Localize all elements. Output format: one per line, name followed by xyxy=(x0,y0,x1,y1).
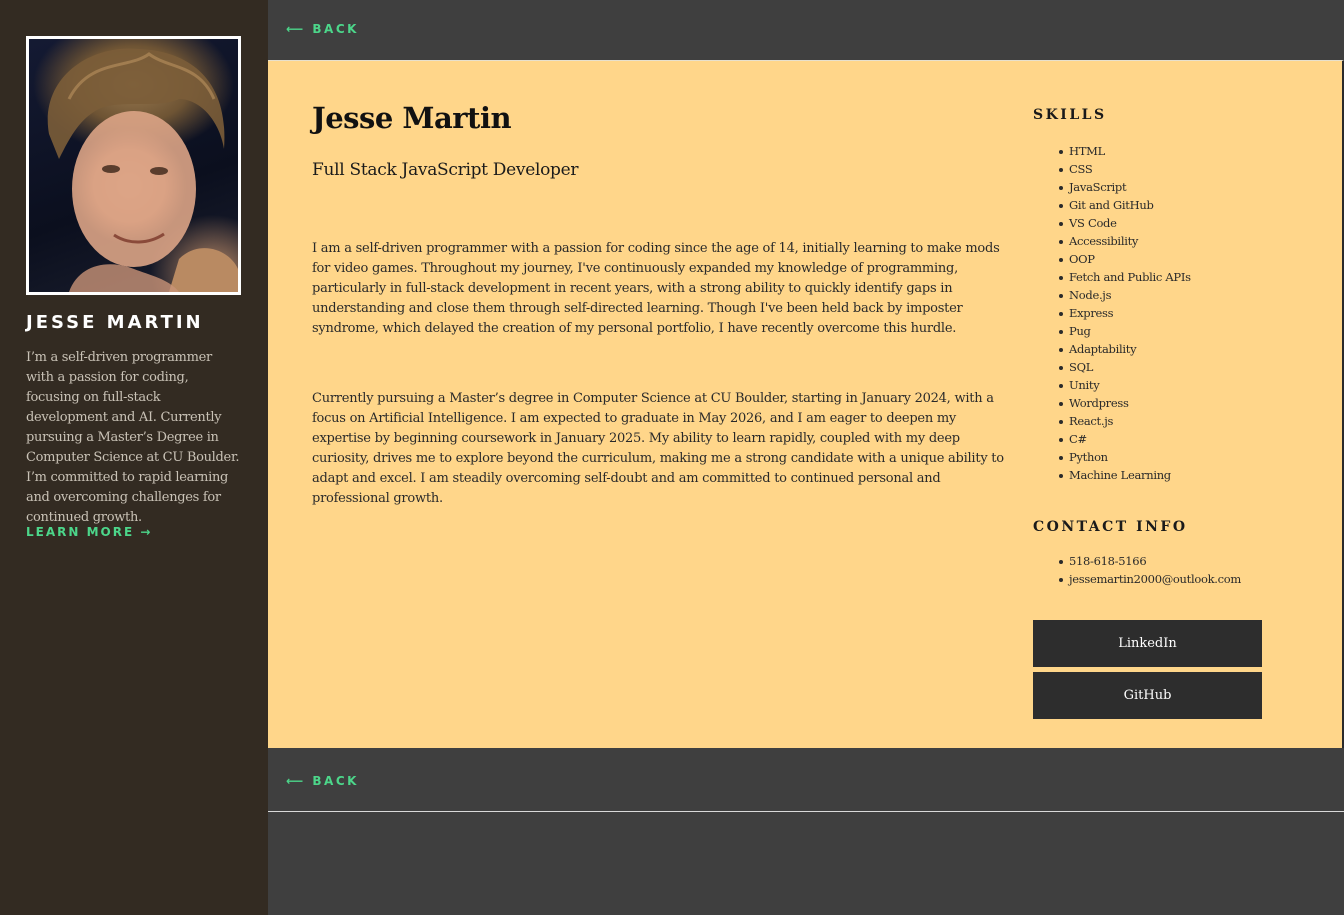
linkedin-button[interactable]: LinkedIn xyxy=(1033,620,1262,667)
skill-item: JavaScript xyxy=(1059,178,1263,196)
skill-item: Unity xyxy=(1059,376,1263,394)
skill-item: Pug xyxy=(1059,322,1263,340)
contact-list: 518-618-5166 jessemartin2000@outlook.com xyxy=(1033,552,1263,588)
sidebar-bio: I’m a self-driven programmer with a pass… xyxy=(26,350,240,525)
portrait-illustration xyxy=(47,48,238,292)
skill-item: Adaptability xyxy=(1059,340,1263,358)
skill-item: Machine Learning xyxy=(1059,466,1263,484)
skill-item: Python xyxy=(1059,448,1263,466)
skill-item: HTML xyxy=(1059,142,1263,160)
skill-item: Node.js xyxy=(1059,286,1263,304)
skill-item: CSS xyxy=(1059,160,1263,178)
page-subtitle: Full Stack JavaScript Developer xyxy=(312,160,579,180)
skill-item: SQL xyxy=(1059,358,1263,376)
page-title: Jesse Martin xyxy=(312,101,512,135)
about-paragraph-1: I am a self-driven programmer with a pas… xyxy=(312,241,1000,336)
skill-item: OOP xyxy=(1059,250,1263,268)
profile-photo xyxy=(26,36,241,295)
main-card: Jesse Martin Full Stack JavaScript Devel… xyxy=(268,60,1344,749)
back-link-top[interactable]: ⟵ BACK xyxy=(286,22,359,36)
top-nav-bar: ⟵ BACK xyxy=(268,0,1344,60)
skill-item: C# xyxy=(1059,430,1263,448)
skill-item: React.js xyxy=(1059,412,1263,430)
sidebar-name: JESSE MARTIN xyxy=(26,312,204,333)
sidebar: JESSE MARTIN I’m a self-driven programme… xyxy=(0,0,268,915)
skill-item: Accessibility xyxy=(1059,232,1263,250)
skill-item: VS Code xyxy=(1059,214,1263,232)
skill-item: Express xyxy=(1059,304,1263,322)
skills-heading: SKILLS xyxy=(1033,107,1107,123)
contact-phone: 518-618-5166 xyxy=(1059,552,1263,570)
skill-item: Wordpress xyxy=(1059,394,1263,412)
github-button[interactable]: GitHub xyxy=(1033,672,1262,719)
about-paragraph-2: Currently pursuing a Master’s degree in … xyxy=(312,391,1004,506)
contact-heading: CONTACT INFO xyxy=(1033,519,1188,535)
skill-item: Fetch and Public APIs xyxy=(1059,268,1263,286)
info-column: SKILLS HTML CSS JavaScript Git and GitHu… xyxy=(1033,107,1263,719)
bottom-nav-bar: ⟵ BACK xyxy=(268,748,1344,812)
skills-list: HTML CSS JavaScript Git and GitHub VS Co… xyxy=(1033,142,1263,484)
learn-more-link[interactable]: LEARN MORE → xyxy=(26,525,152,539)
skill-item: Git and GitHub xyxy=(1059,196,1263,214)
back-link-bottom[interactable]: ⟵ BACK xyxy=(286,774,359,788)
contact-email: jessemartin2000@outlook.com xyxy=(1059,570,1263,588)
